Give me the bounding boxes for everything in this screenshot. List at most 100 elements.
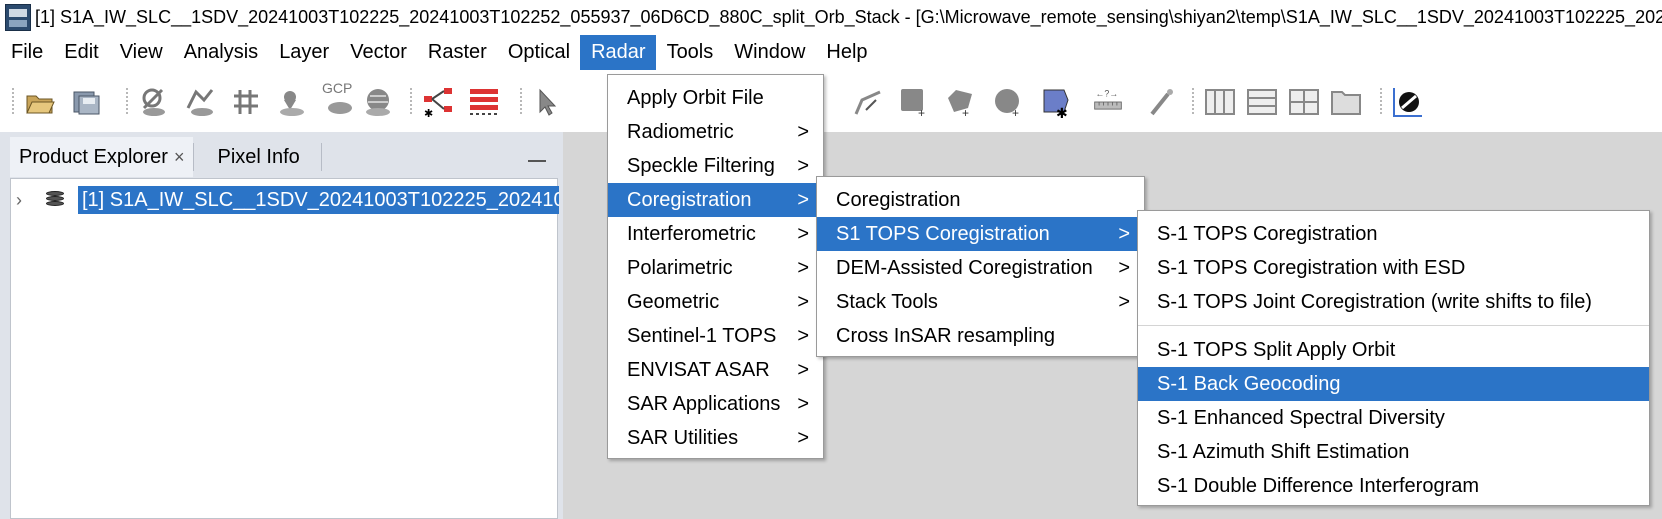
product-label[interactable]: [1] S1A_IW_SLC__1SDV_20241003T102225_202… [78,186,559,214]
menu-item-label: Apply Orbit File [627,86,764,109]
draw-polygon-icon[interactable]: + [944,86,976,118]
batch-processing-icon[interactable] [468,86,500,118]
radar-menu: Apply Orbit File Radiometric > Speckle Fi… [607,74,824,459]
menu-bar: File Edit View Analysis Layer Vector Ras… [0,35,1662,70]
submenu-arrow-icon: > [1118,290,1130,313]
world-view-icon[interactable] [362,86,394,118]
menu-item-label: S-1 Double Difference Interferogram [1157,474,1480,497]
measure-tool-icon[interactable]: ←?→ [1092,86,1124,118]
gcp-label: GCP [322,80,353,96]
toolbar-separator [1192,88,1194,114]
menu-item-s1-enhanced-spectral-diversity[interactable]: S-1 Enhanced Spectral Diversity [1138,401,1649,435]
menu-item-radiometric[interactable]: Radiometric > [608,115,823,149]
sync-cursor-icon[interactable] [1392,86,1424,118]
close-icon[interactable]: × [174,147,185,168]
menu-raster[interactable]: Raster [417,35,497,70]
menu-item-s1-tops-coregistration[interactable]: S1 TOPS Coregistration > [817,217,1144,251]
draw-rectangle-icon[interactable]: + [898,86,930,118]
svg-text:✱: ✱ [1056,105,1068,118]
menu-item-sentinel-1-tops[interactable]: Sentinel-1 TOPS > [608,319,823,353]
world-map-icon[interactable] [276,86,308,118]
menu-item-label: S-1 Azimuth Shift Estimation [1157,440,1410,463]
menu-item-label: DEM-Assisted Coregistration [836,256,1093,279]
menu-item-coregistration[interactable]: Coregistration > [608,183,823,217]
menu-item-apply-orbit-file[interactable]: Apply Orbit File [608,81,823,115]
menu-edit[interactable]: Edit [53,35,108,70]
menu-item-sar-applications[interactable]: SAR Applications > [608,387,823,421]
tab-label: Product Explorer [19,145,168,168]
menu-item-polarimetric[interactable]: Polarimetric > [608,251,823,285]
graticule-icon[interactable] [230,86,262,118]
minimize-panel-button[interactable] [528,150,546,162]
submenu-arrow-icon: > [797,426,809,449]
menu-separator [1138,325,1649,326]
menu-layer[interactable]: Layer [268,35,339,70]
menu-item-s1-tops-split-apply-orbit[interactable]: S-1 TOPS Split Apply Orbit [1138,333,1649,367]
submenu-arrow-icon: > [797,154,809,177]
toolbar-separator [1380,88,1382,114]
tab-product-explorer[interactable]: Product Explorer × [10,137,194,177]
menu-item-sar-utilities[interactable]: SAR Utilities > [608,421,823,455]
tree-row[interactable]: › [1] S1A_IW_SLC__1SDV_20241003T102225_2… [11,185,559,215]
graph-builder-icon[interactable]: ✱ [422,86,454,118]
menu-item-stack-tools[interactable]: Stack Tools > [817,285,1144,319]
menu-file[interactable]: File [0,35,53,70]
tab-label: Pixel Info [217,145,300,168]
expand-chevron-icon[interactable]: › [16,190,34,211]
menu-view[interactable]: View [109,35,173,70]
menu-item-label: S-1 TOPS Joint Coregistration (write shi… [1157,290,1592,313]
draw-ellipse-icon[interactable]: + [992,86,1024,118]
toolbar: GCP ✱ + + + + ✱ ←?→ [0,70,1662,132]
menu-item-label: ENVISAT ASAR [627,358,770,381]
magic-wand-icon[interactable] [1146,86,1178,118]
range-finder-icon[interactable] [184,86,216,118]
menu-analysis[interactable]: Analysis [173,35,268,70]
pin-manager-icon[interactable] [138,86,170,118]
menu-help[interactable]: Help [815,35,877,70]
menu-item-speckle-filtering[interactable]: Speckle Filtering > [608,149,823,183]
menu-item-geometric[interactable]: Geometric > [608,285,823,319]
tile-single-icon[interactable] [1330,86,1362,118]
menu-item-s1-tops-joint-coregistration[interactable]: S-1 TOPS Joint Coregistration (write shi… [1138,285,1649,319]
menu-optical[interactable]: Optical [497,35,580,70]
tile-vertically-icon[interactable] [1288,86,1320,118]
menu-item-dem-assisted-coregistration[interactable]: DEM-Assisted Coregistration > [817,251,1144,285]
toolbar-separator [410,88,412,114]
menu-item-label: S-1 TOPS Split Apply Orbit [1157,338,1396,361]
product-database-icon [44,189,66,211]
menu-item-s1-double-difference-interferogram[interactable]: S-1 Double Difference Interferogram [1138,469,1649,503]
menu-item-s1-tops-coregistration-esd[interactable]: S-1 TOPS Coregistration with ESD [1138,251,1649,285]
menu-tools[interactable]: Tools [656,35,724,70]
window-title: [1] S1A_IW_SLC__1SDV_20241003T102225_202… [35,7,1662,27]
gcp-manager-icon[interactable]: GCP [322,80,356,118]
menu-item-s1-tops-coregistration-op[interactable]: S-1 TOPS Coregistration [1138,217,1649,251]
menu-item-interferometric[interactable]: Interferometric > [608,217,823,251]
menu-item-label: Coregistration [836,188,961,211]
menu-window[interactable]: Window [723,35,815,70]
menu-item-label: Coregistration [627,188,752,211]
menu-vector[interactable]: Vector [339,35,417,70]
tile-horizontally-icon[interactable] [1246,86,1278,118]
product-tree: › [1] S1A_IW_SLC__1SDV_20241003T102225_2… [10,178,559,519]
tile-evenly-icon[interactable] [1204,86,1236,118]
snap-app-icon[interactable] [5,4,31,31]
select-tool-icon[interactable] [532,86,564,118]
menu-item-s1-azimuth-shift-estimation[interactable]: S-1 Azimuth Shift Estimation [1138,435,1649,469]
open-product-icon[interactable] [24,86,56,118]
submenu-arrow-icon: > [797,324,809,347]
menu-item-label: S-1 TOPS Coregistration with ESD [1157,256,1466,279]
menu-item-s1-back-geocoding[interactable]: S-1 Back Geocoding [1138,367,1649,401]
menu-item-coregistration-op[interactable]: Coregistration [817,183,1144,217]
menu-item-label: SAR Applications [627,392,781,415]
draw-polyline-icon[interactable] [852,86,884,118]
coregistration-submenu: Coregistration S1 TOPS Coregistration > D… [816,176,1145,357]
menu-radar[interactable]: Radar [580,35,656,70]
tab-pixel-info[interactable]: Pixel Info [194,137,308,177]
menu-item-envisat-asar[interactable]: ENVISAT ASAR > [608,353,823,387]
menu-item-cross-insar-resampling[interactable]: Cross InSAR resampling [817,319,1144,353]
menu-item-label: Radiometric [627,120,734,143]
save-product-icon[interactable] [70,86,102,118]
menu-item-label: Stack Tools [836,290,938,313]
insert-placemark-icon[interactable]: ✱ [1040,86,1072,118]
submenu-arrow-icon: > [1118,222,1130,245]
